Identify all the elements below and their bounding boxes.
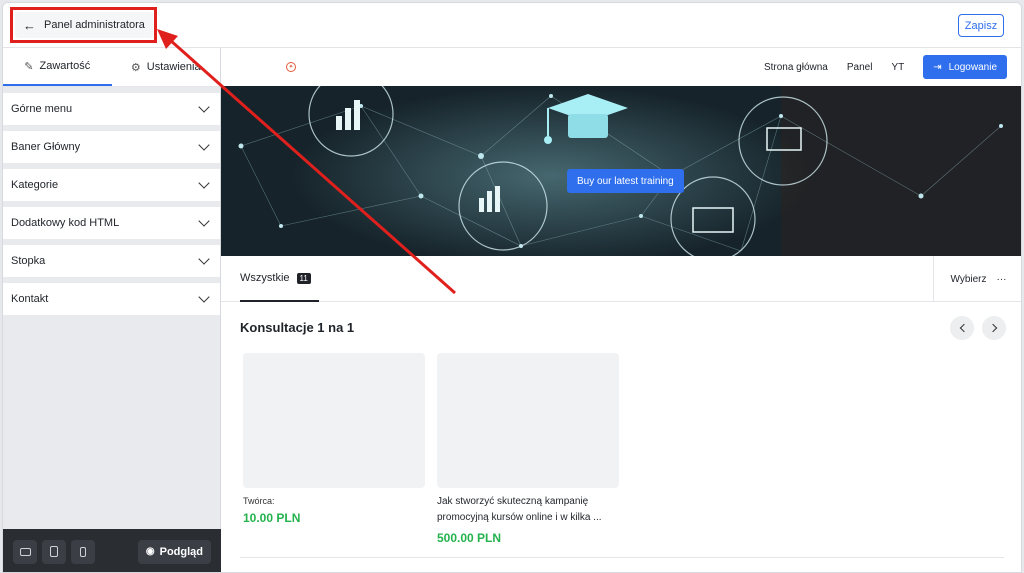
sidebar-item-top-menu[interactable]: Górne menu (3, 93, 220, 125)
login-label: Logowanie (948, 61, 997, 73)
phone-icon (80, 546, 86, 557)
site-navbar: ✦ Strona główna Panel YT ⇥ Logowanie (221, 48, 1021, 86)
mobile-view-button[interactable] (71, 539, 95, 564)
filter-tab-label: Wszystkie (240, 272, 290, 284)
chevron-down-icon (198, 215, 210, 227)
hero-banner: Buy our latest training (221, 86, 1021, 256)
nav-link-yt[interactable]: YT (891, 62, 904, 73)
filter-tab-all[interactable]: Wszystkie 11 (240, 256, 319, 302)
sidebar-item-label: Stopka (11, 255, 46, 267)
sidebar-item-contact[interactable]: Kontakt (3, 283, 220, 315)
chevron-down-icon (198, 139, 210, 151)
sidebar-tabs: ✎ Zawartość ⚙ Ustawienia (3, 48, 220, 87)
chevron-left-icon (959, 323, 968, 333)
sidebar-item-label: Dodatkowy kod HTML (11, 217, 120, 229)
product-card[interactable]: Twórca: 10.00 PLN (243, 353, 425, 525)
section-divider (240, 557, 1004, 558)
chevron-right-icon (988, 323, 997, 333)
product-price: 10.00 PLN (243, 511, 301, 525)
login-button[interactable]: ⇥ Logowanie (923, 55, 1007, 79)
product-thumbnail[interactable] (243, 353, 425, 488)
desktop-view-button[interactable] (13, 539, 37, 564)
eye-icon: ◉ (145, 546, 155, 557)
preview-label: Podgląd (159, 545, 203, 558)
sidebar-item-label: Kategorie (11, 179, 59, 191)
login-icon: ⇥ (933, 61, 942, 73)
carousel-next-button[interactable] (982, 316, 1006, 340)
product-price: 500.00 PLN (437, 531, 502, 545)
app-window: ← Panel administratora Zapisz ✎ Zawartoś… (2, 2, 1022, 573)
sidebar-item-label: Górne menu (11, 103, 73, 115)
nav-links: Strona główna Panel YT ⇥ Logowanie (764, 55, 1007, 79)
save-button[interactable]: Zapisz (958, 14, 1004, 37)
tab-settings[interactable]: ⚙ Ustawienia (112, 48, 221, 86)
product-author: Twórca: (243, 496, 275, 506)
choose-label: Wybierz (950, 273, 987, 285)
preview-toolbar: ◉ Podgląd (3, 529, 221, 572)
tab-settings-label: Ustawienia (146, 61, 201, 73)
chevron-down-icon (198, 101, 210, 113)
carousel-prev-button[interactable] (950, 316, 974, 340)
site-preview: ✦ Strona główna Panel YT ⇥ Logowanie Buy… (221, 48, 1021, 572)
tablet-view-button[interactable] (42, 539, 66, 564)
hero-cta-button[interactable]: Buy our latest training (567, 169, 684, 193)
nav-link-panel[interactable]: Panel (847, 62, 873, 73)
sidebar-item-html-code[interactable]: Dodatkowy kod HTML (3, 207, 220, 239)
section-title: Konsultacje 1 na 1 (240, 320, 355, 335)
nav-link-home[interactable]: Strona główna (764, 62, 828, 73)
tab-content-label: Zawartość (39, 60, 91, 72)
product-card[interactable]: Jak stworzyć skuteczną kampanię promocyj… (437, 353, 619, 545)
editor-sidebar: ✎ Zawartość ⚙ Ustawienia Górne menu Bane… (3, 48, 221, 572)
filter-bar: Wszystkie 11 Wybierz ··· (221, 256, 1021, 302)
site-logo[interactable]: ✦ (286, 62, 296, 72)
chevron-down-icon (198, 291, 210, 303)
sidebar-item-label: Baner Główny (11, 141, 81, 153)
chevron-down-icon (198, 177, 210, 189)
choose-button[interactable]: Wybierz ··· (933, 256, 1021, 302)
sidebar-item-main-banner[interactable]: Baner Główny (3, 131, 220, 163)
monitor-icon (19, 547, 31, 556)
gear-icon: ⚙ (130, 61, 141, 74)
tablet-icon (50, 546, 58, 557)
product-title[interactable]: Jak stworzyć skuteczną kampanię promocyj… (437, 494, 619, 526)
sidebar-item-label: Kontakt (11, 293, 49, 305)
chevron-down-icon (198, 253, 210, 265)
preview-button[interactable]: ◉ Podgląd (137, 539, 211, 564)
tab-content[interactable]: ✎ Zawartość (3, 48, 112, 86)
sidebar-item-categories[interactable]: Kategorie (3, 169, 220, 201)
sidebar-item-footer[interactable]: Stopka (3, 245, 220, 277)
brush-icon: ✎ (24, 60, 34, 73)
product-thumbnail[interactable] (437, 353, 619, 488)
annotation-highlight-box (10, 7, 157, 43)
count-badge: 11 (296, 272, 311, 284)
more-icon: ··· (996, 273, 1007, 285)
